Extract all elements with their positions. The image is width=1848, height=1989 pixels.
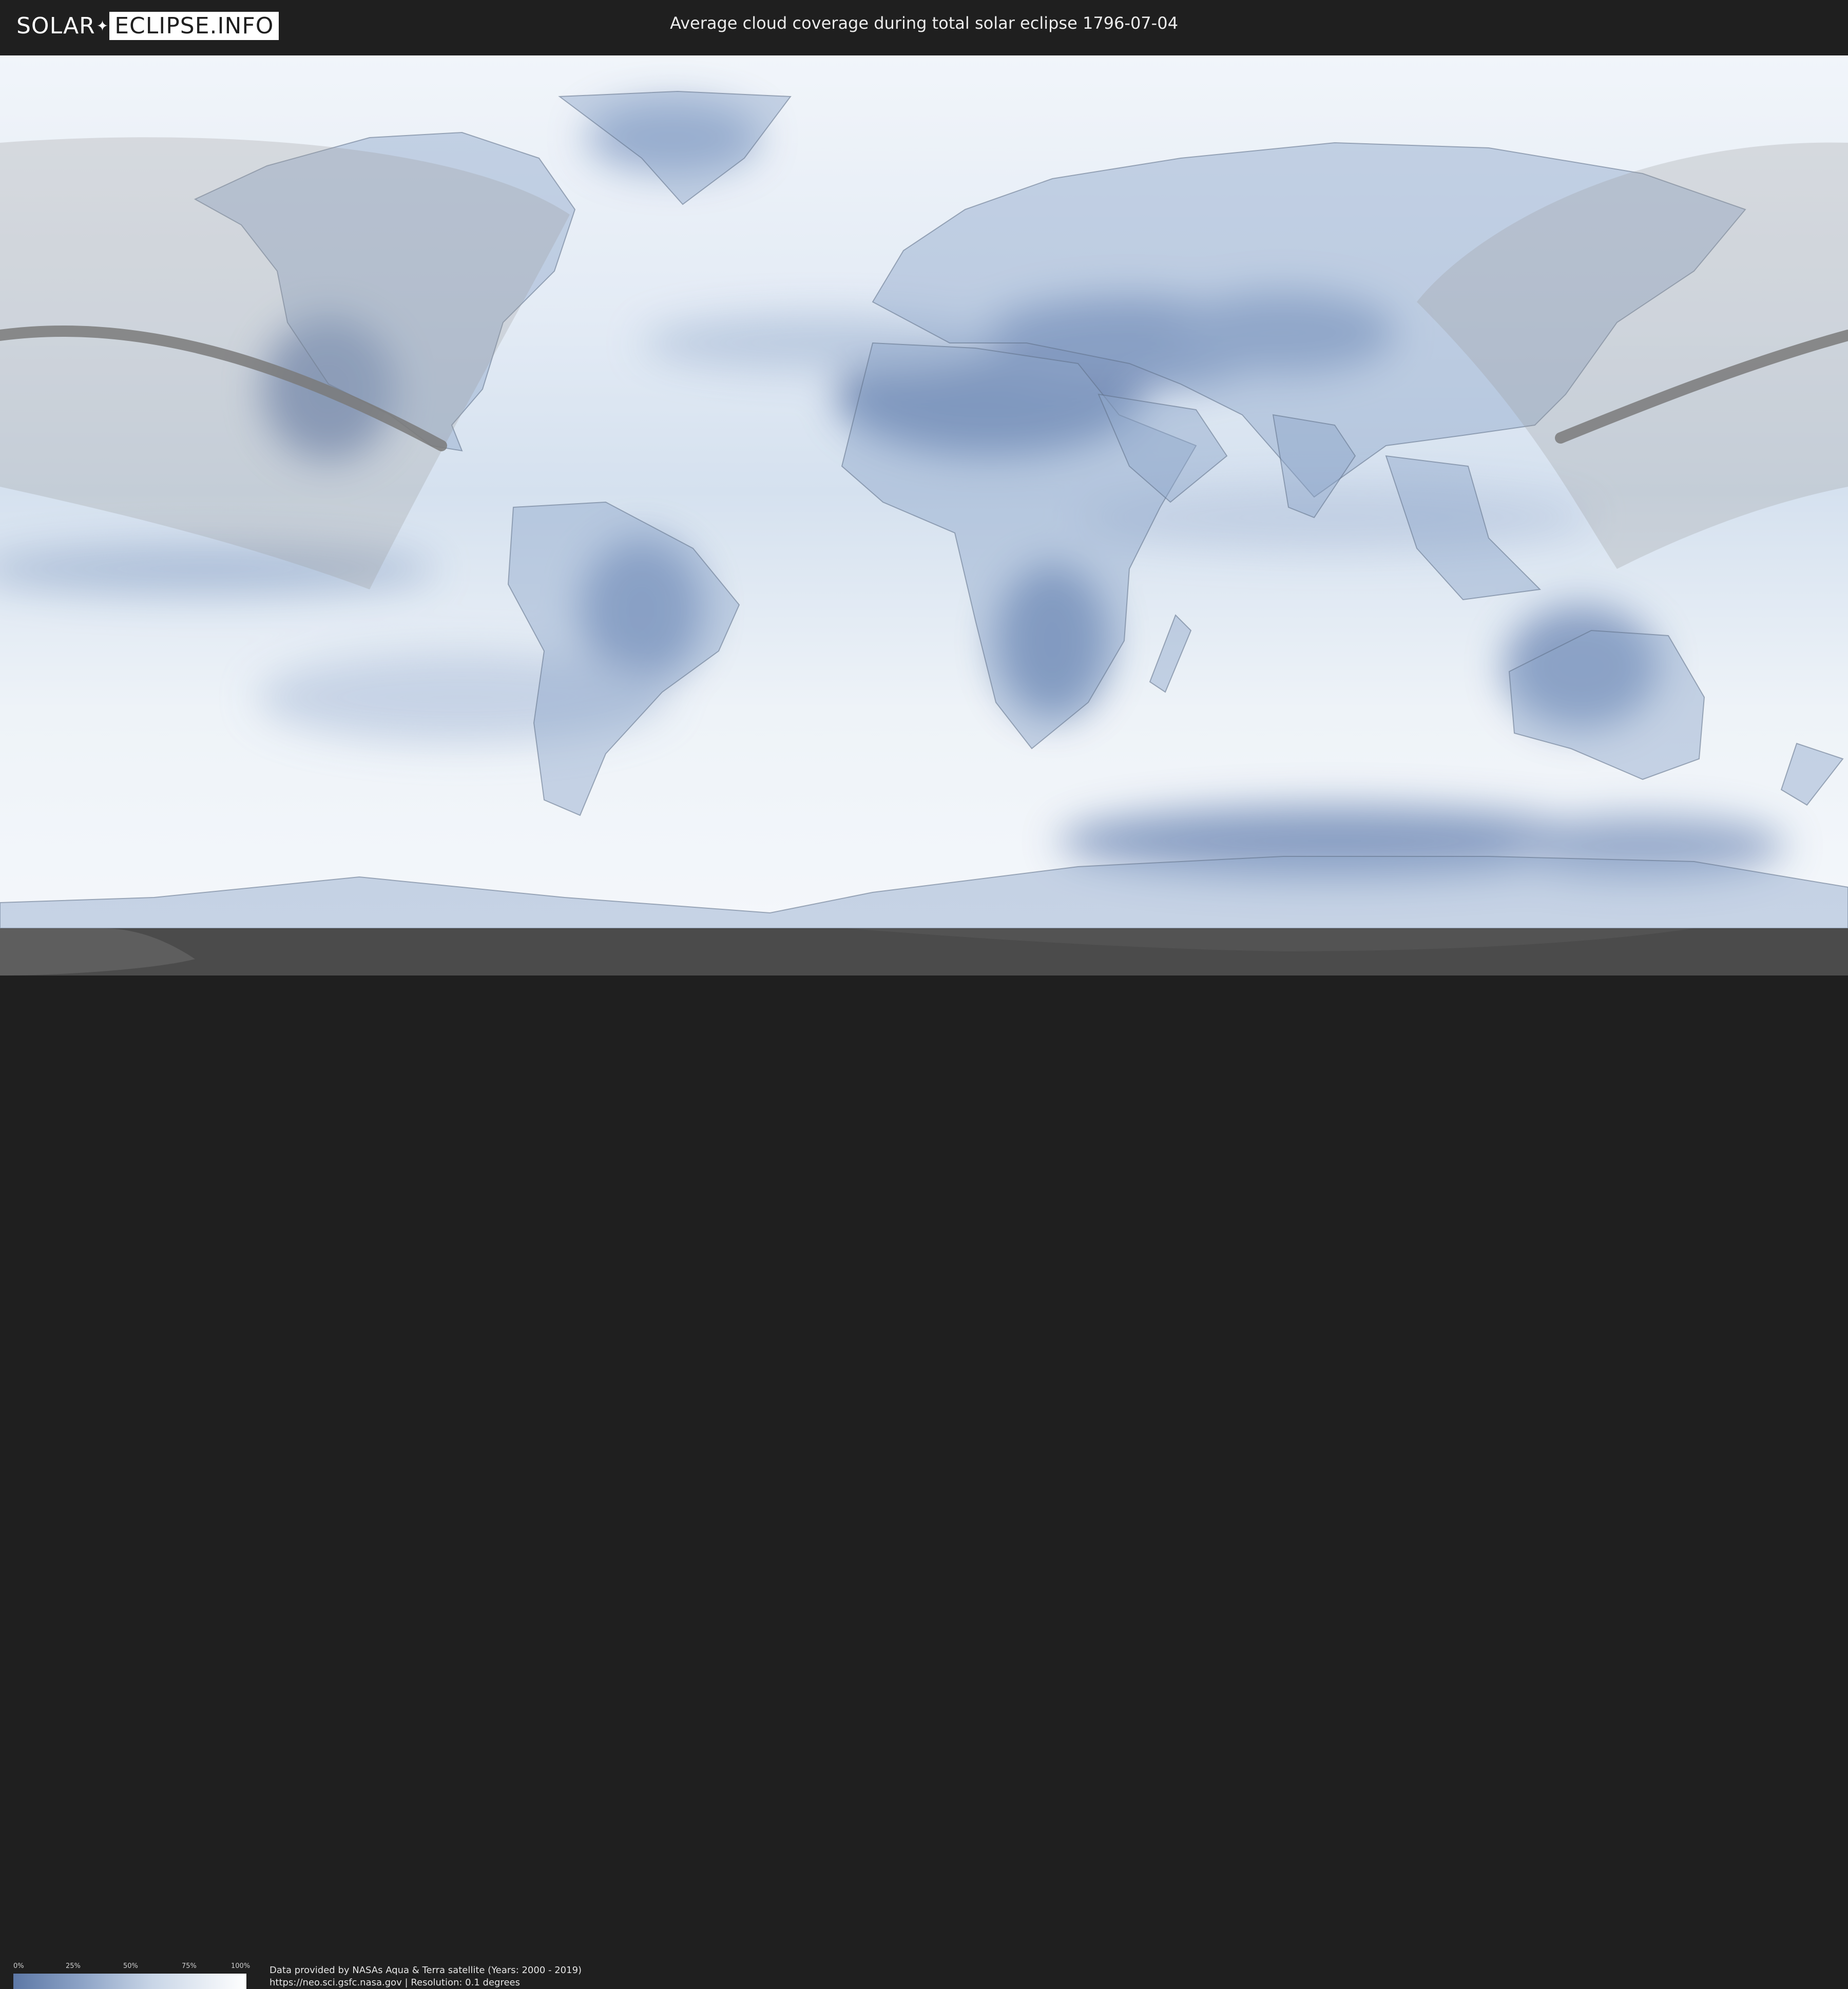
legend-label-25: 25% <box>66 1962 81 1970</box>
data-credits: Data provided by NASAs Aqua & Terra sate… <box>270 1964 582 1989</box>
credits-line-2: https://neo.sci.gsfc.nasa.gov | Resoluti… <box>270 1977 520 1988</box>
legend-label-50: 50% <box>123 1962 138 1970</box>
page-title: Average cloud coverage during total sola… <box>670 13 1178 33</box>
legend-label-75: 75% <box>182 1962 197 1970</box>
legend-label-0: 0% <box>13 1962 24 1970</box>
credits-line-1: Data provided by NASAs Aqua & Terra sate… <box>270 1965 582 1976</box>
legend-label-100: 100% <box>231 1962 251 1970</box>
legend-color-scale <box>13 1974 246 1989</box>
footer-bar: 0% 25% 50% 75% 100% Data provided by NAS… <box>0 976 1848 1989</box>
legend-labels: 0% 25% 50% 75% 100% <box>13 1962 250 1971</box>
polar-night-shadow <box>0 928 1848 976</box>
cloud-coverage-map <box>0 55 1848 976</box>
header-bar: SOLAR ✦ ECLIPSE.INFO Average cloud cover… <box>0 0 1848 51</box>
